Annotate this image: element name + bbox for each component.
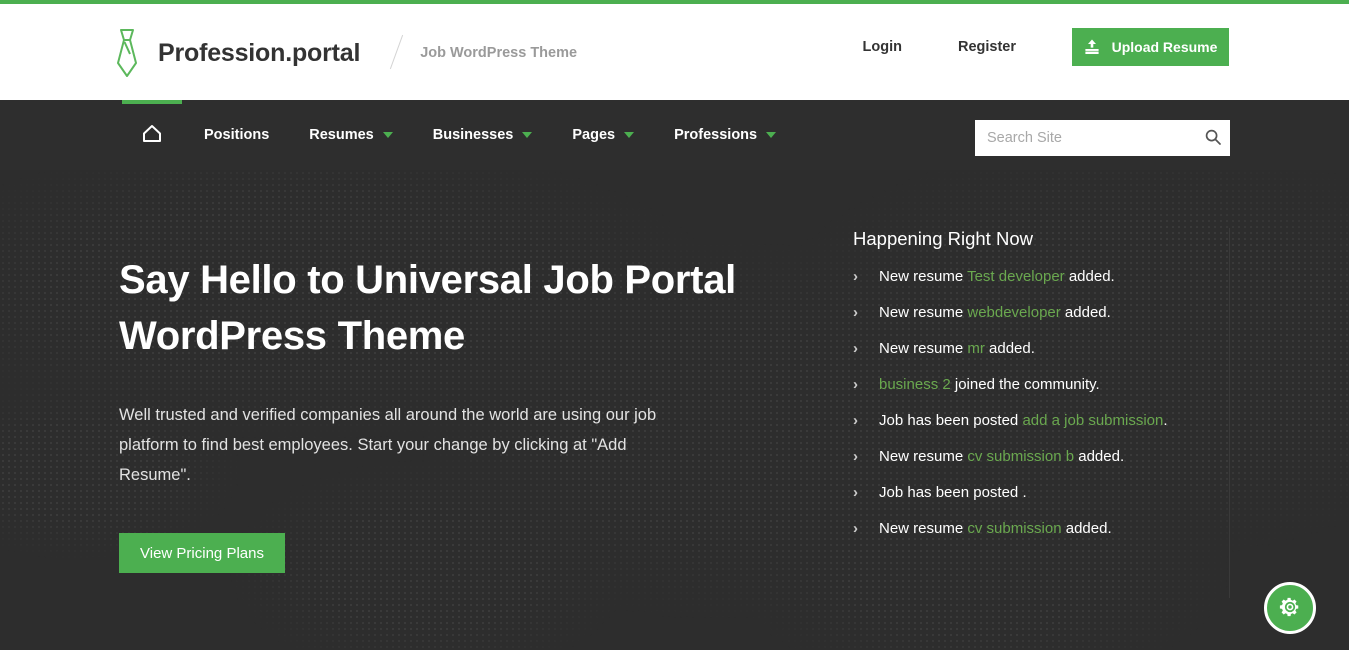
activity-feed-text: New resume Test developer added. bbox=[879, 268, 1115, 285]
chevron-right-icon: › bbox=[853, 484, 858, 501]
nav-label: Positions bbox=[204, 127, 270, 143]
chevron-down-icon bbox=[382, 132, 393, 138]
nav-items: Positions Resumes Businesses Pages Profe… bbox=[120, 100, 796, 170]
chevron-down-icon bbox=[522, 132, 533, 138]
activity-feed-text: New resume cv submission b added. bbox=[879, 448, 1124, 465]
chevron-right-icon: › bbox=[853, 448, 858, 465]
nav-item-pages[interactable]: Pages bbox=[552, 100, 654, 170]
nav-item-professions[interactable]: Professions bbox=[654, 100, 796, 170]
happening-right-now-panel: Happening Right Now › New resume Test dev… bbox=[832, 228, 1230, 598]
site-header: Profession.portal Job WordPress Theme Lo… bbox=[0, 4, 1349, 100]
activity-text-before: New resume bbox=[879, 448, 968, 465]
activity-feed-item: › Job has been posted add a job submissio… bbox=[832, 412, 1229, 448]
upload-resume-label: Upload Resume bbox=[1111, 39, 1218, 55]
site-search bbox=[975, 120, 1230, 156]
activity-feed-text: Job has been posted . bbox=[879, 484, 1027, 501]
upload-resume-button[interactable]: Upload Resume bbox=[1072, 28, 1229, 66]
gear-icon bbox=[1279, 596, 1301, 621]
activity-text-after: added. bbox=[984, 340, 1035, 357]
page-root: Profession.portal Job WordPress Theme Lo… bbox=[0, 0, 1349, 650]
register-link[interactable]: Register bbox=[958, 39, 1016, 55]
activity-text-after: added. bbox=[1060, 304, 1111, 321]
chevron-right-icon: › bbox=[853, 268, 858, 285]
activity-text-before: New resume bbox=[879, 304, 968, 321]
brand-logo-link[interactable]: Profession.portal Job WordPress Theme bbox=[112, 22, 577, 84]
chevron-right-icon: › bbox=[853, 304, 858, 321]
search-input[interactable] bbox=[975, 121, 1196, 155]
login-link[interactable]: Login bbox=[863, 39, 902, 55]
nav-label: Pages bbox=[572, 127, 616, 143]
search-button[interactable] bbox=[1196, 121, 1230, 155]
chevron-right-icon: › bbox=[853, 412, 858, 429]
nav-item-businesses[interactable]: Businesses bbox=[413, 100, 553, 170]
activity-feed-text: New resume cv submission added. bbox=[879, 520, 1112, 537]
brand-separator bbox=[386, 36, 408, 70]
hero-content: Say Hello to Universal Job Portal WordPr… bbox=[119, 252, 759, 573]
chevron-down-icon bbox=[766, 132, 777, 138]
activity-feed-item: › New resume cv submission added. bbox=[832, 520, 1229, 556]
settings-fab-button[interactable] bbox=[1264, 582, 1316, 634]
activity-link[interactable]: cv submission b bbox=[967, 448, 1074, 465]
activity-feed-item: › New resume webdeveloper added. bbox=[832, 304, 1229, 340]
chevron-right-icon: › bbox=[853, 520, 858, 537]
view-pricing-plans-button[interactable]: View Pricing Plans bbox=[119, 533, 285, 573]
activity-text-after: added. bbox=[1061, 520, 1112, 537]
activity-feed-text: Job has been posted add a job submission… bbox=[879, 412, 1168, 429]
panel-title: Happening Right Now bbox=[853, 228, 1033, 249]
activity-text-after: added. bbox=[1074, 448, 1125, 465]
activity-text-before: New resume bbox=[879, 340, 968, 357]
upload-icon bbox=[1084, 39, 1100, 55]
chevron-right-icon: › bbox=[853, 340, 858, 357]
activity-text-before: New resume bbox=[879, 520, 968, 537]
hero-subtitle: Well trusted and verified companies all … bbox=[119, 406, 657, 484]
nav-label: Resumes bbox=[309, 127, 374, 143]
activity-text-before: Job has been posted . bbox=[879, 484, 1027, 501]
activity-text-before: New resume bbox=[879, 268, 968, 285]
nav-item-resumes[interactable]: Resumes bbox=[289, 100, 412, 170]
home-icon bbox=[142, 124, 162, 147]
brand-name: Profession.portal bbox=[158, 38, 361, 67]
activity-link[interactable]: mr bbox=[967, 340, 985, 357]
hero-section: Say Hello to Universal Job Portal WordPr… bbox=[0, 170, 1349, 650]
chevron-down-icon bbox=[624, 132, 635, 138]
activity-feed-text: business 2 joined the community. bbox=[879, 376, 1100, 393]
nav-label: Businesses bbox=[432, 127, 514, 143]
activity-text-after: added. bbox=[1064, 268, 1115, 285]
activity-feed-text: New resume webdeveloper added. bbox=[879, 304, 1111, 321]
activity-link[interactable]: business 2 bbox=[879, 376, 951, 393]
activity-feed-item: › New resume mr added. bbox=[832, 340, 1229, 376]
activity-text-before: Job has been posted bbox=[879, 412, 1023, 429]
activity-feed-item: › New resume Test developer added. bbox=[832, 268, 1229, 304]
activity-link[interactable]: add a job submission bbox=[1022, 412, 1163, 429]
activity-feed-item: › Job has been posted . bbox=[832, 484, 1229, 520]
nav-label: Professions bbox=[674, 127, 758, 143]
chevron-right-icon: › bbox=[853, 376, 858, 393]
activity-feed-text: New resume mr added. bbox=[879, 340, 1035, 357]
activity-text-after: . bbox=[1163, 412, 1168, 429]
activity-feed-item: › business 2 joined the community. bbox=[832, 376, 1229, 412]
header-actions: Login Register Upload Resume bbox=[863, 28, 1229, 66]
activity-link[interactable]: Test developer bbox=[967, 268, 1065, 285]
activity-link[interactable]: cv submission bbox=[967, 520, 1061, 537]
brand-tagline: Job WordPress Theme bbox=[420, 45, 578, 61]
nav-item-home[interactable] bbox=[120, 100, 184, 170]
search-icon bbox=[1205, 129, 1221, 148]
necktie-icon bbox=[112, 27, 142, 79]
activity-link[interactable]: webdeveloper bbox=[967, 304, 1060, 321]
hero-title: Say Hello to Universal Job Portal WordPr… bbox=[119, 258, 736, 358]
nav-item-positions[interactable]: Positions bbox=[184, 100, 289, 170]
activity-text-after: joined the community. bbox=[950, 376, 1100, 393]
activity-feed: › New resume Test developer added. › New re… bbox=[832, 268, 1229, 556]
activity-feed-item: › New resume cv submission b added. bbox=[832, 448, 1229, 484]
